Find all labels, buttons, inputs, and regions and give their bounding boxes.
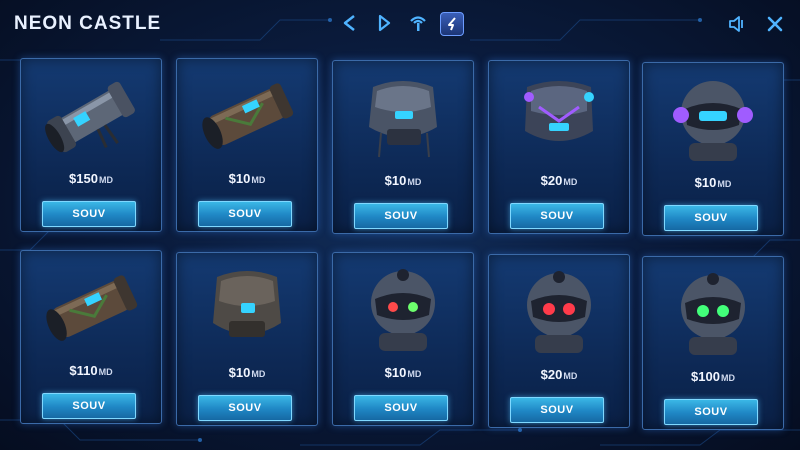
robot-head-icon [371,269,435,351]
item-price: $10MD [643,175,783,190]
robot-head-icon [681,273,745,355]
robot-head-icon [673,81,753,161]
price-currency: MD [251,175,266,185]
souv-button[interactable]: SOUV [354,395,448,421]
shop-item-card[interactable]: $10MD SOUV [332,252,474,426]
souv-button[interactable]: SOUV [664,205,758,231]
shop-item-card[interactable]: $150MD SOUV [20,58,162,232]
item-price: $10MD [333,173,473,188]
shop-item-card[interactable]: $100MD SOUV [642,256,784,430]
price-value: $20 [540,367,563,382]
souv-button[interactable]: SOUV [664,399,758,425]
price-currency: MD [98,175,113,185]
price-value: $10 [694,175,717,190]
chest-armor-icon [369,81,437,158]
souv-button[interactable]: SOUV [198,201,292,227]
souv-button[interactable]: SOUV [42,201,136,227]
price-currency: MD [717,179,732,189]
shop-item-card[interactable]: $10MD SOUV [176,58,318,232]
shop-item-card[interactable]: $10MD SOUV [332,60,474,234]
shop-item-card[interactable]: $10MD SOUV [176,252,318,426]
price-value: $10 [384,173,407,188]
chest-armor-icon [213,271,281,337]
chest-armor-icon [524,81,594,141]
price-currency: MD [563,177,578,187]
price-value: $110 [69,363,98,378]
price-currency: MD [98,367,113,377]
shop-grid: $150MD SOUV $10MD SOUV $10MD SOUV $20MD … [0,0,800,450]
price-value: $150 [69,171,98,186]
shop-item-card[interactable]: $110MD SOUV [20,250,162,424]
price-value: $20 [540,173,563,188]
souv-button[interactable]: SOUV [510,397,604,423]
price-currency: MD [251,369,266,379]
arm-gauntlet-icon [202,83,294,149]
price-value: $100 [691,369,720,384]
souv-button[interactable]: SOUV [42,393,136,419]
item-price: $110MD [21,363,161,378]
item-price: $20MD [489,173,629,188]
item-price: $150MD [21,171,161,186]
price-currency: MD [407,177,422,187]
souv-button[interactable]: SOUV [354,203,448,229]
robot-head-icon [527,271,591,353]
souv-button[interactable]: SOUV [198,395,292,421]
shop-item-card[interactable]: $20MD SOUV [488,60,630,234]
price-currency: MD [407,369,422,379]
shop-item-card[interactable]: $10MD SOUV [642,62,784,236]
item-price: $10MD [177,171,317,186]
arm-gauntlet-icon [46,275,138,341]
item-price: $10MD [333,365,473,380]
price-value: $10 [228,365,251,380]
price-value: $10 [384,365,407,380]
arm-gauntlet-icon [45,81,135,153]
price-currency: MD [720,373,735,383]
price-currency: MD [563,371,578,381]
item-price: $20MD [489,367,629,382]
item-price: $10MD [177,365,317,380]
item-price: $100MD [643,369,783,384]
shop-item-card[interactable]: $20MD SOUV [488,254,630,428]
souv-button[interactable]: SOUV [510,203,604,229]
price-value: $10 [228,171,251,186]
